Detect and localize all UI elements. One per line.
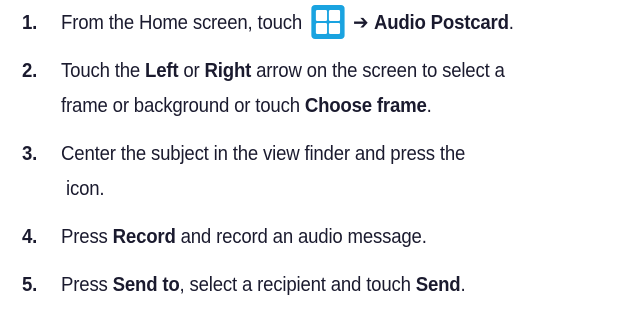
step-line-2: frame or background or touch Choose fram… bbox=[61, 89, 599, 124]
step-number: 5. bbox=[22, 274, 38, 296]
step-text: . bbox=[426, 95, 432, 117]
step-number: 1. bbox=[22, 12, 38, 34]
step-bold-send-to: Send to bbox=[112, 274, 180, 296]
step-bold: Audio Postcard bbox=[373, 12, 509, 34]
step-number: 3. bbox=[22, 143, 38, 165]
apps-grid-icon bbox=[310, 4, 345, 39]
step-text: and record an audio message. bbox=[175, 226, 427, 248]
step-line-1: Touch the Left or Right arrow on the scr… bbox=[61, 54, 599, 89]
step-text-end: . bbox=[508, 12, 514, 34]
step-text: , select a recipient and touch bbox=[179, 274, 416, 296]
step-4: 4. Press Record and record an audio mess… bbox=[22, 220, 599, 255]
step-number: 4. bbox=[22, 226, 38, 248]
step-text: frame or background or touch bbox=[61, 95, 305, 117]
step-5: 5. Press Send to, select a recipient and… bbox=[22, 268, 599, 303]
step-bold-choose-frame: Choose frame bbox=[304, 95, 427, 117]
instruction-steps: 1. From the Home screen, touch ➔ Audio Po… bbox=[22, 4, 642, 303]
step-text: or bbox=[178, 60, 205, 82]
step-text: Touch the bbox=[61, 60, 146, 82]
step-bold-record: Record bbox=[112, 226, 176, 248]
step-bold-left: Left bbox=[145, 60, 179, 82]
step-line-1: Center the subject in the view finder an… bbox=[61, 143, 466, 165]
step-1: 1. From the Home screen, touch ➔ Audio Po… bbox=[22, 4, 599, 41]
step-text: Press bbox=[61, 226, 113, 248]
step-number: 2. bbox=[22, 60, 38, 82]
step-text: arrow on the screen to select a bbox=[251, 60, 505, 82]
step-text: . bbox=[460, 274, 466, 296]
step-text: Press bbox=[61, 274, 113, 296]
step-bold-send: Send bbox=[415, 274, 461, 296]
step-3: 3. Center the subject in the view finder… bbox=[22, 137, 599, 207]
step-2: 2. Touch the Left or Right arrow on the … bbox=[22, 54, 599, 124]
arrow-right-icon: ➔ bbox=[352, 12, 369, 34]
step-text: From the Home screen, touch bbox=[61, 12, 303, 34]
step-line-2: icon. bbox=[61, 178, 105, 200]
step-bold-right: Right bbox=[204, 60, 252, 82]
